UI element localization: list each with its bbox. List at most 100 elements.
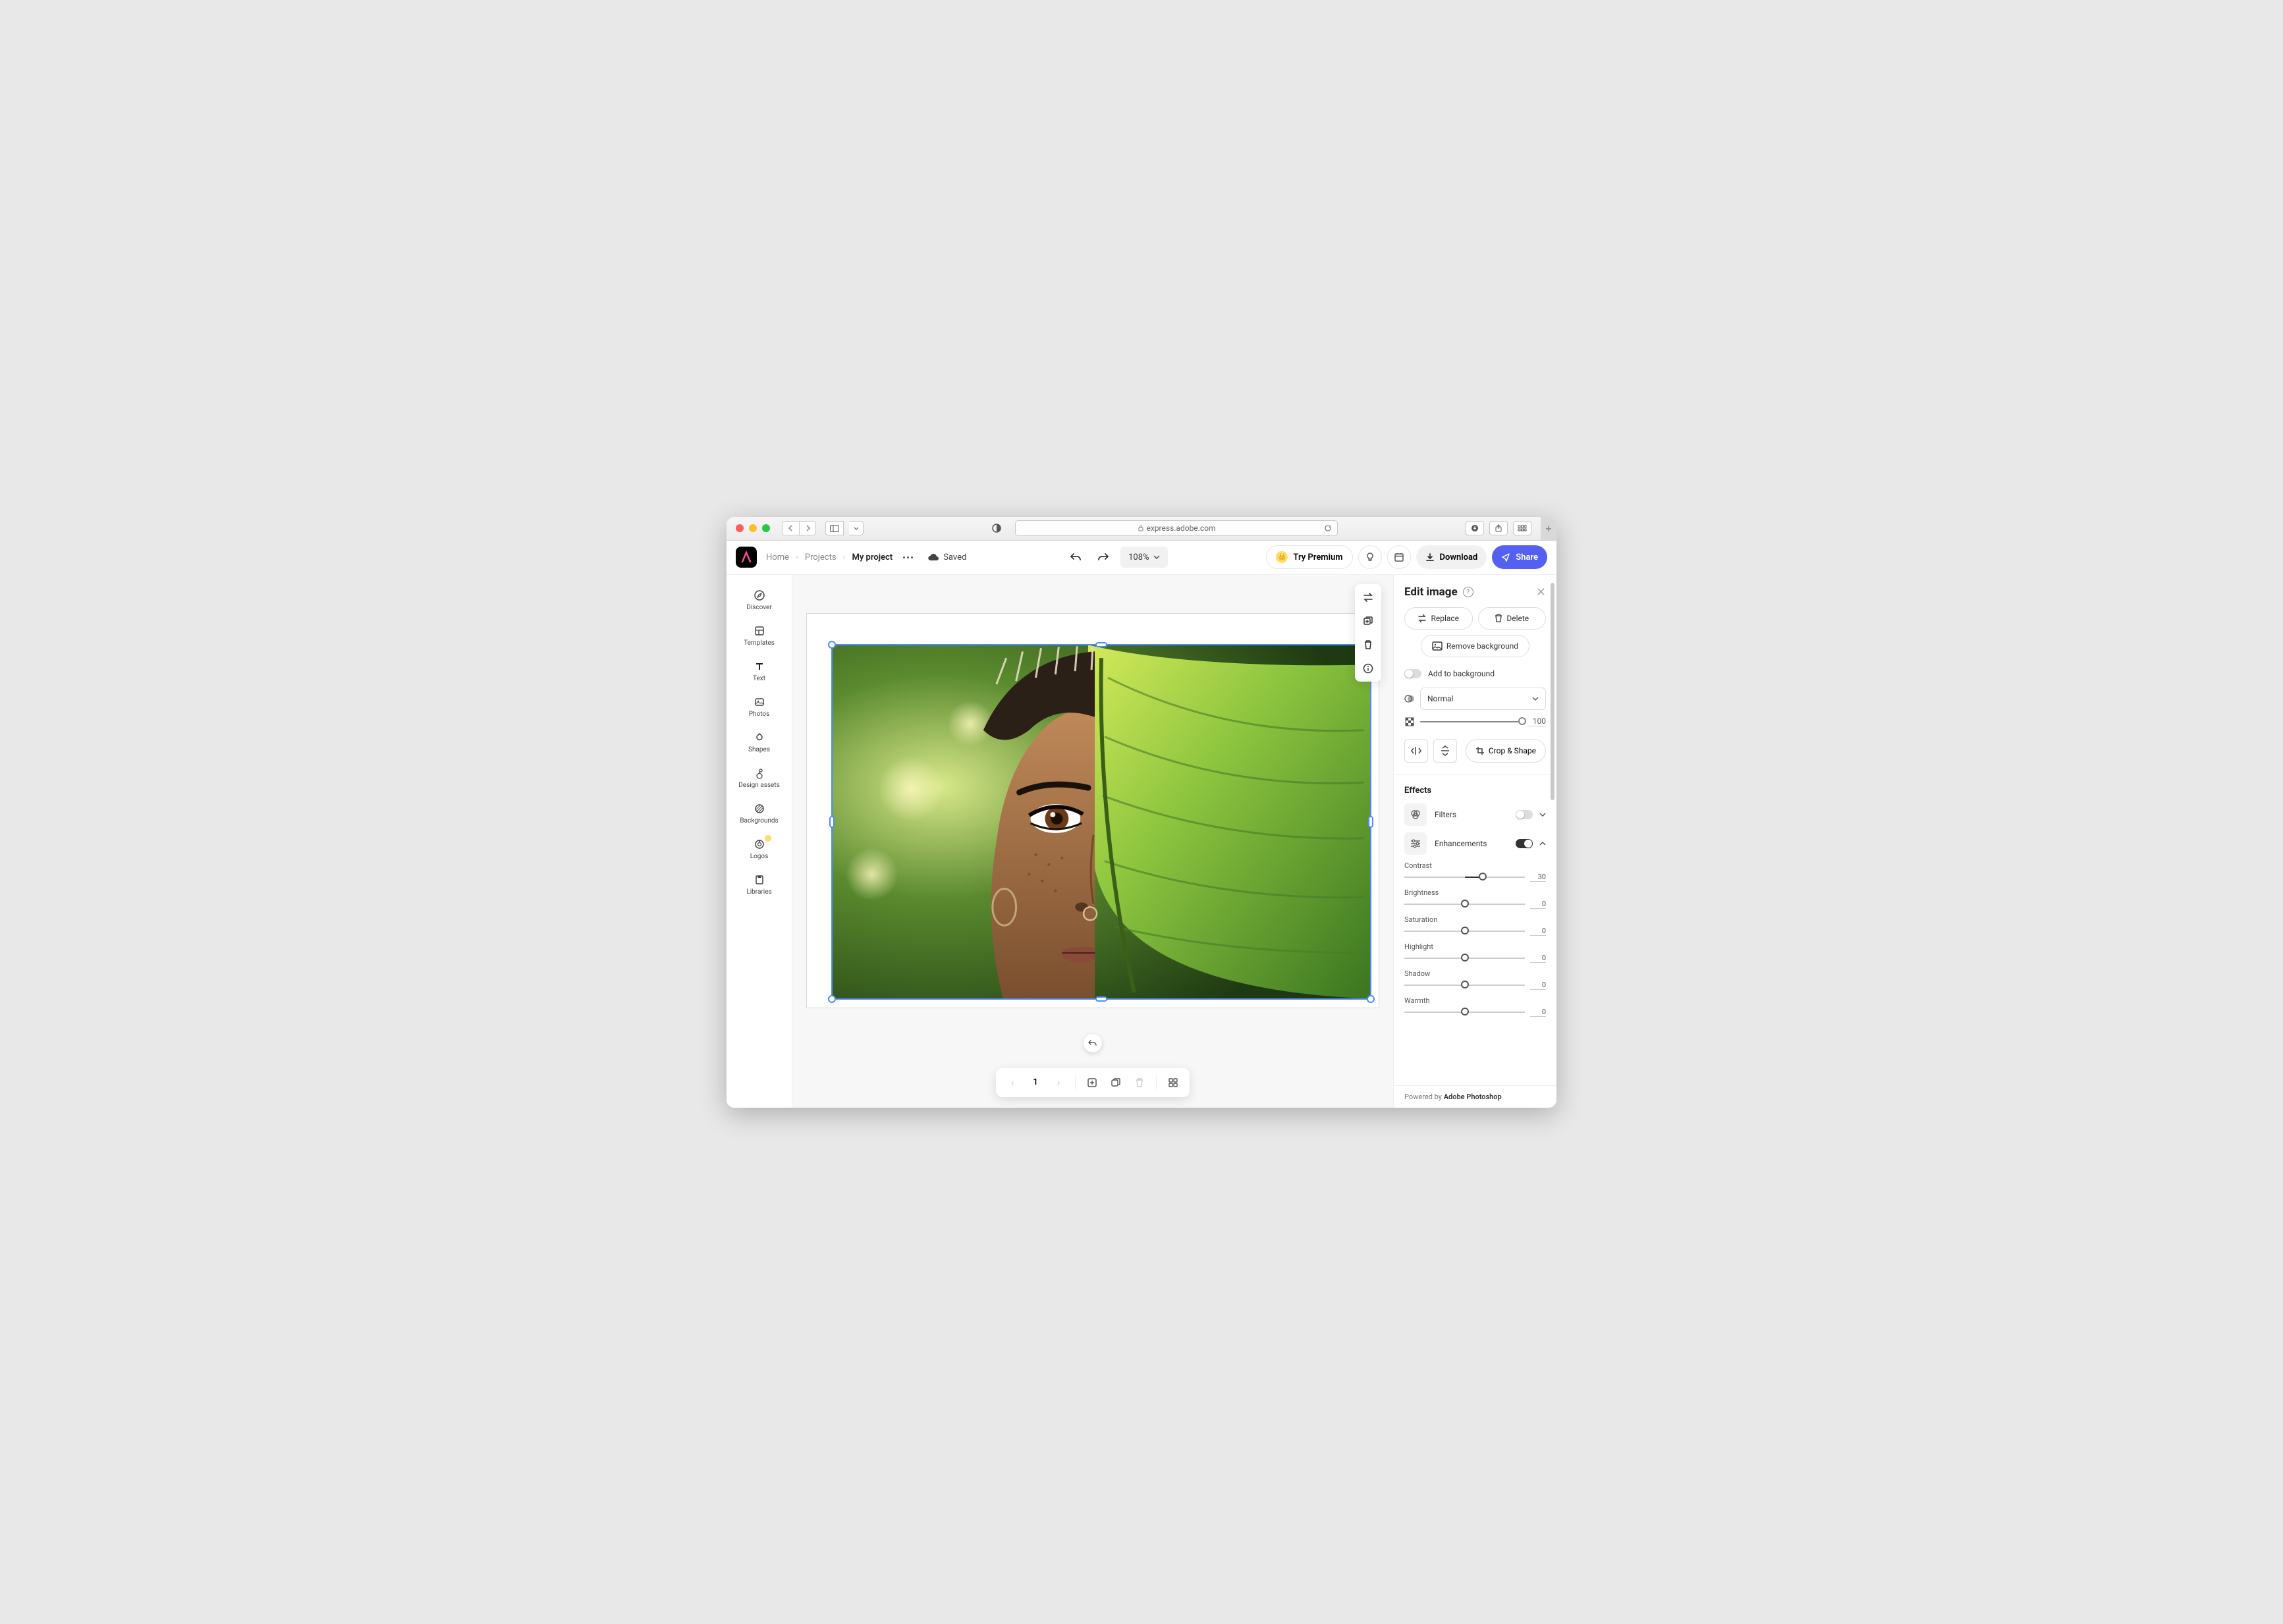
crown-icon: 👑 — [1276, 551, 1288, 563]
zoom-dropdown[interactable]: 108% — [1120, 547, 1167, 568]
sidebar-item-libraries[interactable]: Libraries — [730, 869, 789, 902]
sidebar-item-logos[interactable]: Logos — [730, 833, 789, 866]
chevron-right-icon: › — [796, 553, 798, 562]
resize-handle[interactable] — [1367, 995, 1375, 1003]
sidebar-item-shapes[interactable]: Shapes — [730, 726, 789, 759]
flip-vertical-button[interactable] — [1433, 739, 1457, 763]
redo-button[interactable] — [1093, 547, 1114, 568]
scrollbar[interactable] — [1551, 583, 1554, 800]
chevron-up-icon[interactable] — [1539, 842, 1546, 846]
brightness-value[interactable]: 0 — [1530, 900, 1546, 909]
tips-button[interactable] — [1358, 545, 1382, 569]
swap-icon[interactable] — [1360, 589, 1376, 605]
resize-handle[interactable] — [1095, 642, 1107, 647]
image-selection[interactable] — [831, 644, 1371, 1000]
resize-handle[interactable] — [828, 995, 836, 1003]
saturation-value[interactable]: 0 — [1530, 927, 1546, 936]
resize-handle[interactable] — [1368, 816, 1373, 828]
sidebar-item-assets[interactable]: Design assets — [730, 762, 789, 795]
downloads-icon[interactable] — [1466, 521, 1484, 535]
selected-image[interactable] — [833, 645, 1370, 998]
add-page-button[interactable] — [1082, 1073, 1102, 1093]
reset-button[interactable] — [1084, 1034, 1102, 1052]
sidebar-toggle[interactable] — [825, 521, 844, 535]
duplicate-icon[interactable] — [1360, 613, 1376, 629]
sidebar-item-templates[interactable]: Templates — [730, 620, 789, 653]
reader-mode-icon[interactable] — [987, 521, 1006, 535]
contrast-slider[interactable] — [1404, 877, 1525, 878]
back-button[interactable] — [782, 521, 799, 535]
app-header: Home › Projects › My project Saved 108% … — [727, 541, 1556, 575]
address-bar[interactable]: express.adobe.com — [1015, 520, 1338, 536]
more-menu-icon[interactable] — [903, 556, 913, 558]
share-browser-icon[interactable] — [1489, 521, 1508, 535]
shadow-slider[interactable] — [1404, 985, 1525, 986]
filters-row[interactable]: Filters — [1404, 803, 1546, 826]
highlight-value[interactable]: 0 — [1530, 954, 1546, 963]
maximize-window-icon[interactable] — [762, 524, 770, 532]
crumb-home[interactable]: Home — [766, 553, 789, 562]
blend-mode-select[interactable]: Normal — [1420, 688, 1546, 710]
chevron-down-icon[interactable] — [1539, 813, 1546, 817]
zoom-value: 108% — [1128, 553, 1149, 562]
try-premium-button[interactable]: 👑 Try Premium — [1266, 545, 1352, 569]
brightness-slider[interactable] — [1404, 904, 1525, 905]
saturation-slider[interactable] — [1404, 931, 1525, 932]
left-sidebar: Discover Templates Text Photos Shapes De… — [727, 575, 792, 1108]
tabs-icon[interactable] — [1513, 521, 1531, 535]
artboard[interactable] — [806, 613, 1379, 1008]
replace-button[interactable]: Replace — [1404, 607, 1473, 630]
sidebar-item-discover[interactable]: Discover — [730, 584, 789, 617]
filters-toggle[interactable] — [1516, 810, 1533, 819]
flip-horizontal-button[interactable] — [1404, 739, 1428, 763]
browser-toolbar: express.adobe.com + — [727, 517, 1556, 541]
resize-handle[interactable] — [828, 641, 836, 649]
remove-background-button[interactable]: Remove background — [1421, 635, 1529, 657]
edit-image-panel: Edit image ? ✕ Replace Delete Remove bac… — [1393, 575, 1556, 1108]
enhancements-toggle[interactable] — [1516, 839, 1533, 848]
sidebar-item-text[interactable]: Text — [730, 655, 789, 688]
forward-button[interactable] — [799, 521, 816, 535]
calendar-button[interactable] — [1387, 545, 1411, 569]
crumb-projects[interactable]: Projects — [805, 553, 837, 562]
share-button[interactable]: Share — [1492, 545, 1547, 569]
close-panel-button[interactable]: ✕ — [1536, 585, 1546, 599]
help-icon[interactable]: ? — [1463, 587, 1473, 597]
minimize-window-icon[interactable] — [749, 524, 757, 532]
delete-page-button — [1130, 1073, 1149, 1093]
delete-button[interactable]: Delete — [1478, 607, 1547, 630]
page-number[interactable]: 1 — [1026, 1077, 1045, 1087]
shadow-value[interactable]: 0 — [1530, 981, 1546, 990]
enhancements-row[interactable]: Enhancements — [1404, 832, 1546, 855]
url-text: express.adobe.com — [1147, 524, 1216, 533]
download-button[interactable]: Download — [1416, 545, 1487, 569]
resize-handle[interactable] — [829, 816, 835, 828]
add-to-background-toggle[interactable] — [1404, 669, 1421, 678]
sidebar-item-photos[interactable]: Photos — [730, 691, 789, 724]
warmth-slider[interactable] — [1404, 1012, 1525, 1013]
saved-label: Saved — [943, 553, 966, 562]
highlight-slider[interactable] — [1404, 958, 1525, 959]
new-tab-button[interactable]: + — [1541, 517, 1556, 541]
warmth-value[interactable]: 0 — [1530, 1008, 1546, 1017]
effects-title: Effects — [1404, 786, 1546, 796]
resize-handle[interactable] — [1095, 996, 1107, 1002]
opacity-value[interactable]: 100 — [1527, 717, 1546, 726]
grid-view-button[interactable] — [1163, 1073, 1183, 1093]
window-controls[interactable] — [736, 524, 770, 532]
reload-icon[interactable] — [1324, 524, 1332, 532]
delete-icon[interactable] — [1360, 637, 1376, 653]
crumb-current[interactable]: My project — [852, 553, 893, 562]
canvas[interactable]: ‹ 1 › — [792, 575, 1393, 1108]
info-icon[interactable] — [1360, 661, 1376, 676]
adobe-express-logo[interactable] — [736, 547, 757, 568]
close-window-icon[interactable] — [736, 524, 744, 532]
undo-button[interactable] — [1065, 547, 1086, 568]
sidebar-item-backgrounds[interactable]: Backgrounds — [730, 798, 789, 830]
duplicate-page-button[interactable] — [1106, 1073, 1126, 1093]
crop-shape-button[interactable]: Crop & Shape — [1466, 739, 1546, 763]
opacity-slider[interactable] — [1420, 721, 1522, 722]
sidebar-dropdown[interactable] — [849, 521, 864, 535]
page-toolbar: ‹ 1 › — [996, 1068, 1190, 1097]
contrast-value[interactable]: 30 — [1530, 873, 1546, 882]
